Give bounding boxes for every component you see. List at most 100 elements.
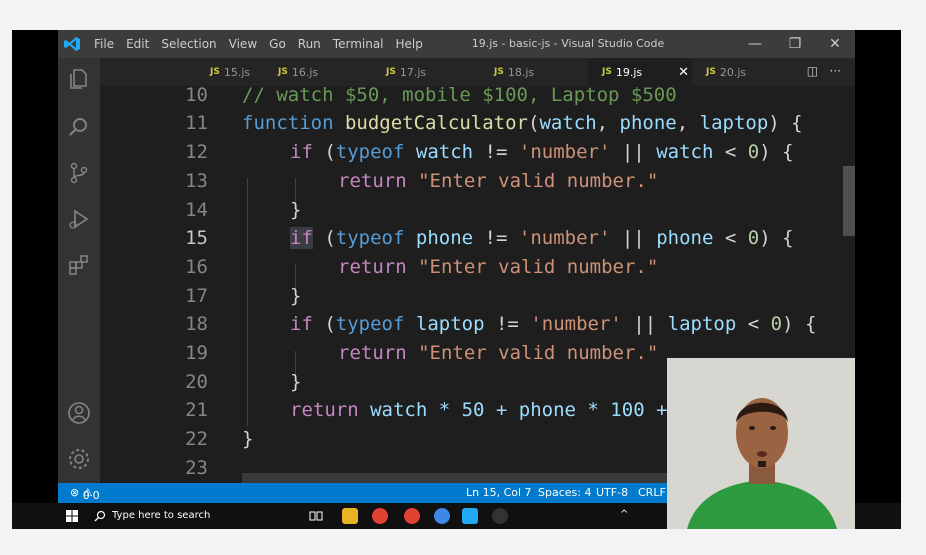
encoding[interactable]: UTF-8 [596, 486, 628, 499]
vscode-taskbar-icon[interactable] [462, 508, 478, 524]
js-file-icon: JS [706, 67, 716, 77]
token-number: 0 [747, 141, 760, 163]
code-line: return "Enter valid number." [338, 170, 658, 192]
token-punct: ( [312, 227, 336, 249]
line-number: 11 [185, 112, 208, 134]
token-op: < [724, 227, 737, 249]
account-icon[interactable] [66, 400, 92, 426]
taskbar-search-box[interactable]: Type here to search [112, 510, 210, 521]
indentation[interactable]: Spaces: 4 [538, 486, 591, 499]
search-icon[interactable] [66, 114, 92, 140]
tab-15js[interactable]: JS 15.js [140, 58, 250, 86]
editor-tabs: JS 15.js JS 16.js JS 17.js JS 18.js JS 19.js ✕… [100, 58, 855, 86]
menu-run[interactable]: Run [298, 37, 321, 51]
warning-count: 0 [92, 489, 100, 502]
webcam-overlay [667, 358, 855, 529]
token-string: "Enter valid number." [418, 256, 659, 278]
chrome-canary-icon[interactable] [434, 508, 450, 524]
github-icon[interactable] [492, 508, 508, 524]
line-number: 12 [185, 141, 208, 163]
line-number-current: 15 [185, 227, 208, 249]
menu-go[interactable]: Go [269, 37, 286, 51]
code-line: return watch * 50 + phone * 100 + lap [290, 399, 713, 421]
end-of-line[interactable]: CRLF [638, 486, 666, 499]
editor-actions: ◫ ··· [807, 64, 841, 78]
problems-indicator[interactable]: ⊗ 0 ⚠ 0 [70, 486, 100, 502]
left-letterbox [12, 30, 58, 529]
explorer-icon[interactable] [66, 66, 92, 92]
chrome-icon[interactable] [372, 508, 388, 524]
token-punct: , [676, 112, 700, 134]
token-var: phone [415, 227, 474, 249]
token-op: != [484, 141, 508, 163]
tab-label: 17.js [399, 65, 427, 79]
code-comment: // watch $50, mobile $100, Laptop $500 [242, 86, 677, 106]
tab-label: 15.js [223, 65, 251, 79]
code-line: } [290, 371, 302, 393]
token-punct: ) { [759, 141, 794, 163]
line-number: 17 [185, 285, 208, 307]
token-string: 'number' [518, 227, 611, 249]
vertical-scrollbar[interactable] [843, 166, 855, 236]
line-number: 19 [185, 342, 208, 364]
minimize-button[interactable]: — [735, 33, 775, 55]
token-keyword-highlight: if [290, 227, 313, 249]
token-number: 0 [747, 227, 760, 249]
activity-bar [58, 58, 100, 483]
horizontal-scrollbar[interactable] [242, 473, 712, 483]
token-keyword: return [338, 342, 407, 364]
close-tab-icon[interactable]: ✕ [678, 65, 689, 80]
chrome-icon-2[interactable] [404, 508, 420, 524]
split-editor-icon[interactable]: ◫ [807, 64, 818, 78]
file-explorer-icon[interactable] [342, 508, 358, 524]
token-param: watch [539, 112, 597, 134]
more-actions-icon[interactable]: ··· [830, 64, 841, 78]
token-op: < [724, 141, 737, 163]
manage-gear-icon[interactable] [66, 446, 92, 472]
tab-20js[interactable]: JS 20.js [706, 58, 746, 86]
line-number: 22 [185, 428, 208, 450]
extensions-icon[interactable] [66, 252, 92, 278]
line-number: 18 [185, 313, 208, 335]
token-string: 'number' [518, 141, 611, 163]
token-keyword: return [338, 170, 407, 192]
token-op: < [747, 313, 760, 335]
menu-file[interactable]: File [94, 37, 114, 51]
token-keyword: typeof [335, 227, 405, 249]
tab-18js[interactable]: JS 18.js [494, 58, 534, 86]
line-number: 20 [185, 371, 208, 393]
cursor-position[interactable]: Ln 15, Col 7 [466, 486, 532, 499]
tab-label: 16.js [291, 65, 319, 79]
token-expression: watch * 50 + phone * 100 + lap [370, 399, 714, 421]
line-number: 21 [185, 399, 208, 421]
code-line: if (typeof watch != 'number' || watch < … [290, 141, 794, 163]
token-op: != [495, 313, 519, 335]
tab-label: 19.js [615, 65, 643, 79]
menu-edit[interactable]: Edit [126, 37, 149, 51]
task-view-icon[interactable] [308, 508, 324, 524]
tab-17js[interactable]: JS 17.js [386, 58, 426, 86]
menu-view[interactable]: View [229, 37, 257, 51]
close-window-button[interactable]: ✕ [815, 33, 855, 55]
run-debug-icon[interactable] [66, 206, 92, 232]
restore-button[interactable]: ❐ [775, 33, 815, 55]
token-string: 'number' [530, 313, 622, 335]
taskbar-search-icon [94, 510, 106, 522]
code-line: } [290, 285, 302, 307]
tray-chevron-icon[interactable]: ^ [620, 509, 628, 520]
token-number: 0 [770, 313, 783, 335]
tab-16js[interactable]: JS 16.js [278, 58, 318, 86]
code-line: } [290, 199, 302, 221]
token-keyword: typeof [335, 313, 405, 335]
tab-19js[interactable]: JS 19.js ✕ [588, 58, 692, 86]
token-var: laptop [667, 313, 737, 335]
windows-start-icon[interactable] [66, 510, 78, 522]
token-op: || [621, 227, 645, 249]
source-control-icon[interactable] [66, 160, 92, 186]
line-number: 13 [185, 170, 208, 192]
menu-terminal[interactable]: Terminal [333, 37, 384, 51]
token-var: watch [656, 141, 714, 163]
menu-selection[interactable]: Selection [161, 37, 216, 51]
vscode-logo-icon [64, 37, 80, 51]
token-var: laptop [415, 313, 485, 335]
